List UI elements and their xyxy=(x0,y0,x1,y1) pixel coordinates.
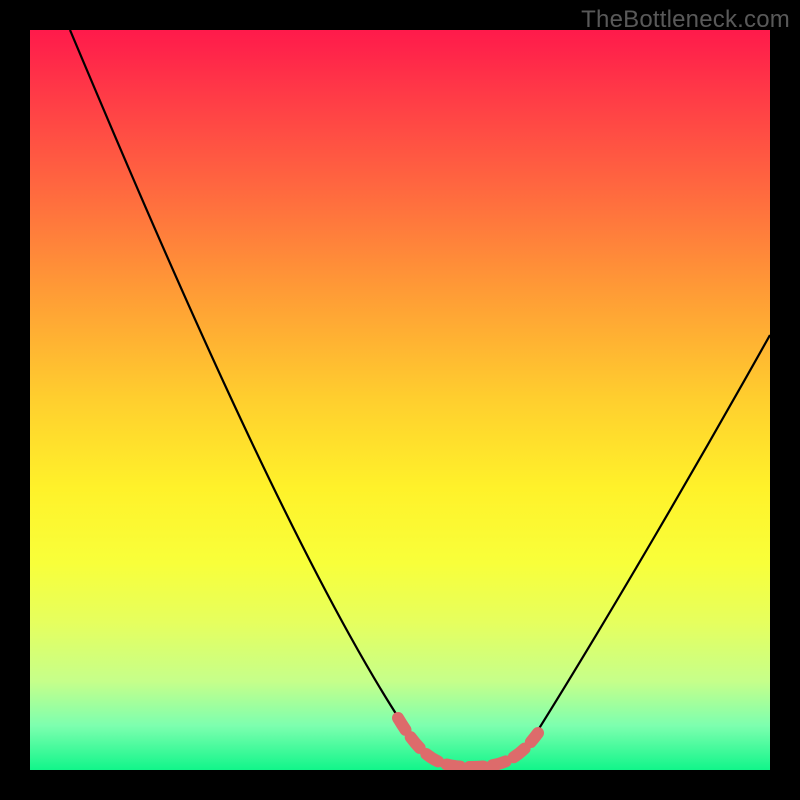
plot-area xyxy=(30,30,770,770)
bottleneck-curve xyxy=(70,30,770,768)
curve-svg xyxy=(30,30,770,770)
marker-segment xyxy=(398,718,538,767)
chart-frame: TheBottleneck.com xyxy=(0,0,800,800)
